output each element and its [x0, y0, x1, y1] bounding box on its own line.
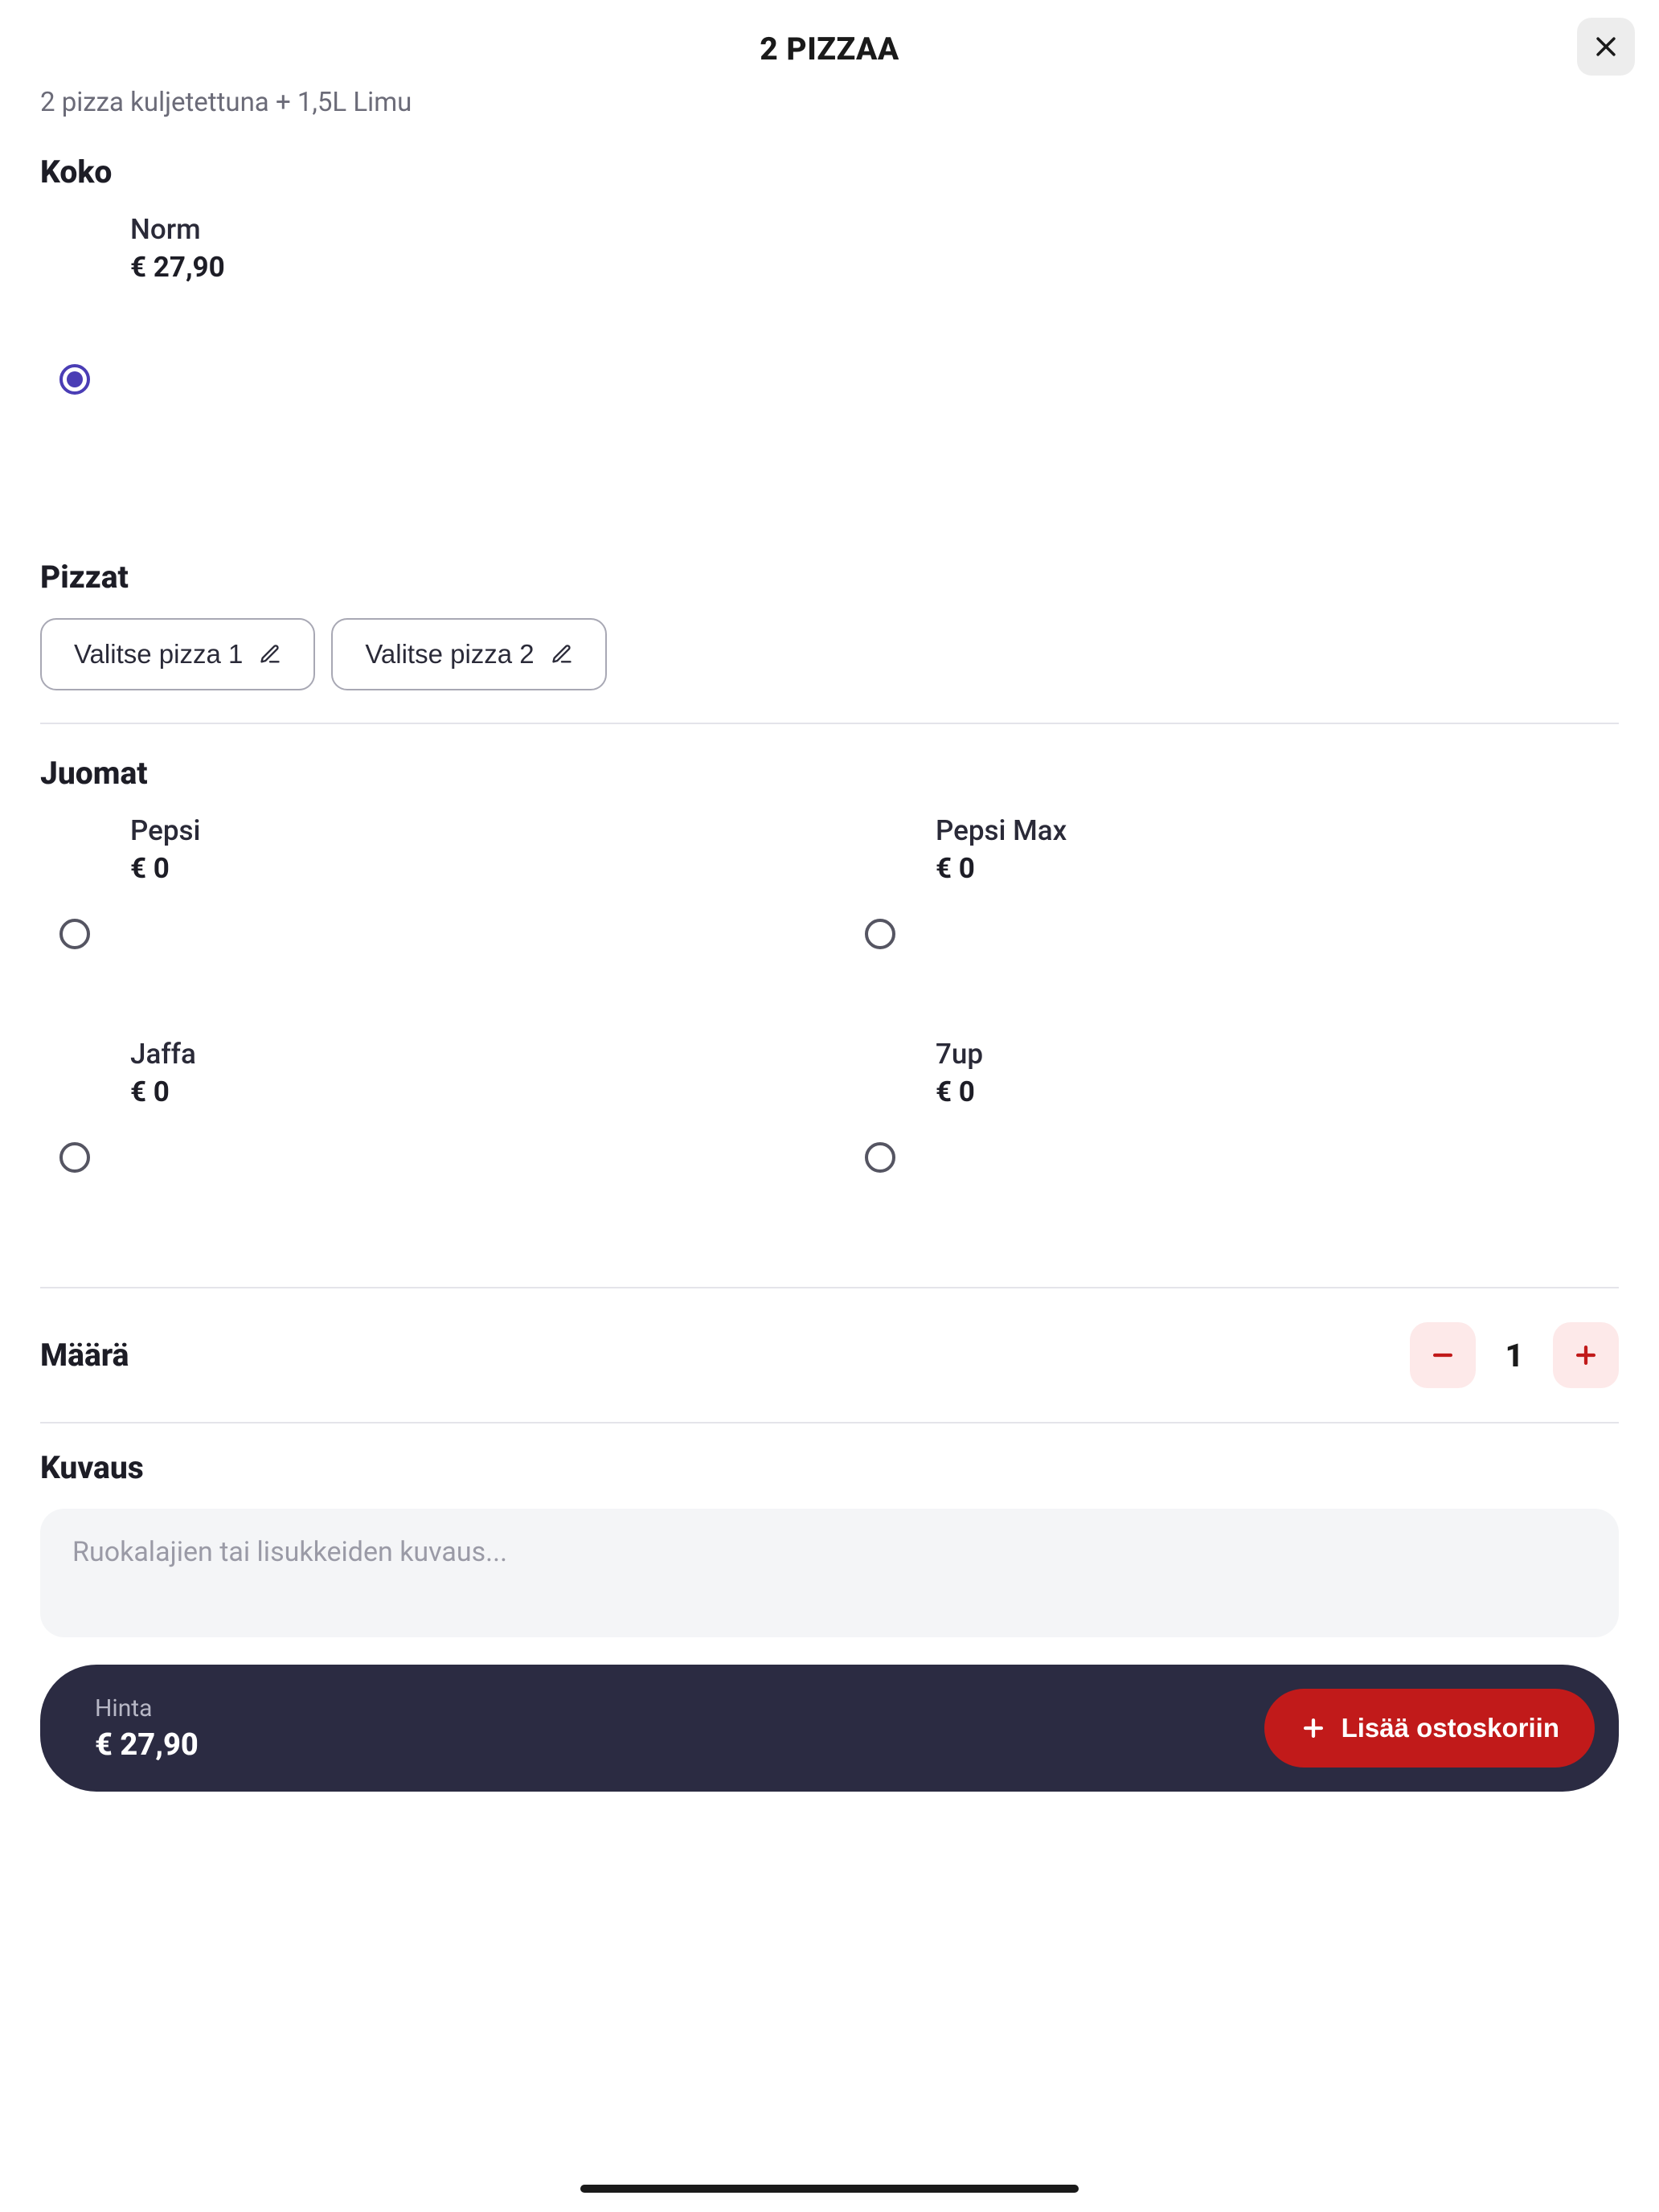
- quantity-increase-button[interactable]: [1553, 1322, 1619, 1388]
- quantity-value: 1: [1498, 1337, 1530, 1374]
- minus-icon: [1429, 1342, 1456, 1369]
- size-option-name: Norm: [130, 213, 1619, 246]
- drink-price: € 0: [936, 1075, 1619, 1108]
- size-heading: Koko: [40, 154, 1619, 190]
- drink-radio-jaffa[interactable]: [59, 1142, 90, 1173]
- add-to-cart-button[interactable]: Lisää ostoskoriin: [1264, 1689, 1595, 1768]
- drink-radio-pepsi-max[interactable]: [865, 919, 895, 949]
- select-pizza-1-label: Valitse pizza 1: [74, 639, 243, 670]
- quantity-heading: Määrä: [40, 1337, 129, 1374]
- divider: [40, 1287, 1619, 1288]
- size-radio-norm[interactable]: [59, 364, 90, 395]
- drinks-heading: Juomat: [40, 755, 1619, 792]
- drink-name: 7up: [936, 1038, 1619, 1071]
- close-button[interactable]: [1577, 18, 1635, 76]
- add-to-cart-label: Lisää ostoskoriin: [1342, 1713, 1559, 1743]
- plus-icon: [1572, 1342, 1600, 1369]
- drink-price: € 0: [936, 852, 1619, 885]
- drink-radio-7up[interactable]: [865, 1142, 895, 1173]
- divider: [40, 723, 1619, 724]
- product-subtitle: 2 pizza kuljetettuna + 1,5L Limu: [40, 87, 1619, 118]
- select-pizza-1-button[interactable]: Valitse pizza 1: [40, 618, 315, 690]
- drink-price: € 0: [130, 852, 813, 885]
- select-pizza-2-label: Valitse pizza 2: [365, 639, 534, 670]
- drink-price: € 0: [130, 1075, 813, 1108]
- divider: [40, 1422, 1619, 1423]
- quantity-decrease-button[interactable]: [1410, 1322, 1476, 1388]
- select-pizza-2-button[interactable]: Valitse pizza 2: [331, 618, 606, 690]
- drink-radio-pepsi[interactable]: [59, 919, 90, 949]
- page-title: 2 PIZZAA: [760, 31, 899, 68]
- footer-bar: Hinta € 27,90 Lisää ostoskoriin: [40, 1665, 1619, 1792]
- drink-name: Jaffa: [130, 1038, 813, 1071]
- size-option-price: € 27,90: [130, 251, 1619, 284]
- drink-name: Pepsi Max: [936, 814, 1619, 847]
- pizzas-heading: Pizzat: [40, 559, 1619, 596]
- edit-icon: [551, 643, 573, 666]
- plus-icon: [1300, 1714, 1327, 1742]
- price-value: € 27,90: [95, 1727, 199, 1763]
- price-label: Hinta: [95, 1694, 199, 1722]
- home-indicator: [580, 2185, 1079, 2193]
- description-heading: Kuvaus: [40, 1449, 1619, 1486]
- close-icon: [1592, 33, 1620, 60]
- description-input[interactable]: [40, 1509, 1619, 1637]
- drink-name: Pepsi: [130, 814, 813, 847]
- edit-icon: [259, 643, 281, 666]
